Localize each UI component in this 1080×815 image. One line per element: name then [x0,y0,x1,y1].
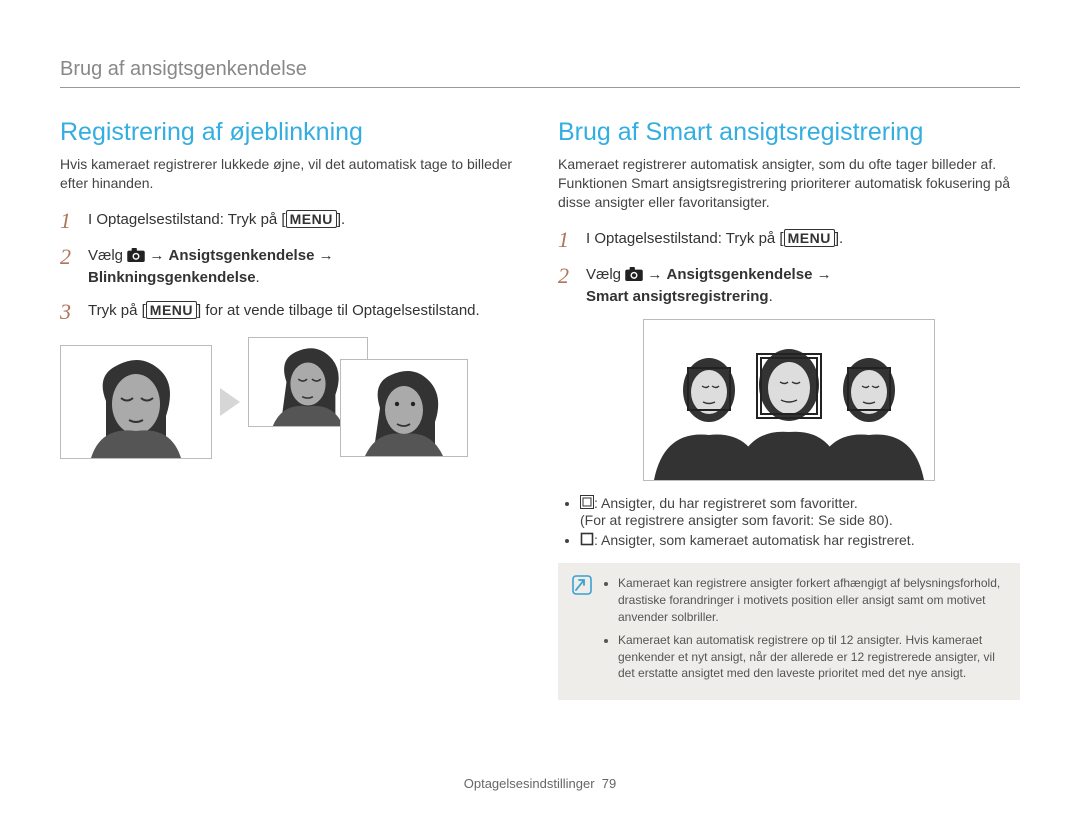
left-step-1: 1 I Optagelsestilstand: Tryk på [MENU]. [60,209,522,233]
camera-icon [127,247,145,264]
right-steps: 1 I Optagelsestilstand: Tryk på [MENU]. … [558,228,1020,308]
single-square-icon [580,532,594,549]
illustration-closed-eyes [60,345,212,459]
bullet2: : Ansigter, som kameraet automatisk har … [594,532,915,548]
right-intro: Kameraet registrerer automatisk ansigter… [558,155,1020,212]
r-step2-bold1: Ansigtsgenkendelse [667,266,813,283]
step2-arrow1: → [145,247,168,264]
r-step1-pre: I Optagelsestilstand: Tryk på [ [586,230,784,247]
bullet1-a: : Ansigter, du har registreret som favor… [594,495,858,511]
step-number: 2 [60,245,78,289]
right-bullets: : Ansigter, du har registreret som favor… [558,495,1020,549]
left-illustration [60,337,522,467]
left-step-3: 3 Tryk på [MENU] for at vende tilbage ti… [60,300,522,324]
r-step2-end: . [769,288,773,305]
step-number: 2 [558,264,576,308]
left-steps: 1 I Optagelsestilstand: Tryk på [MENU]. … [60,209,522,325]
right-title: Brug af Smart ansigtsregistrering [558,118,1020,147]
note-1: Kameraet kan registrere ansigter forkert… [618,575,1006,625]
step1-text-post: ]. [337,211,345,228]
r-step2-pre: Vælg [586,266,625,283]
menu-icon: MENU [146,301,197,319]
content-columns: Registrering af øjeblinkning Hvis kamera… [60,118,1020,700]
note-list: Kameraet kan registrere ansigter forkert… [602,575,1006,688]
camera-icon [625,266,643,283]
right-illustration [643,319,935,481]
step2-bold2: Blinkningsgenkendelse [88,269,256,286]
r-step2-arrow1: → [643,266,666,283]
bullet-favorite: : Ansigter, du har registreret som favor… [580,495,1020,528]
footer-label: Optagelsesindstillinger [464,776,595,791]
right-step-1: 1 I Optagelsestilstand: Tryk på [MENU]. [558,228,1020,252]
arrow-icon [220,388,240,416]
menu-icon: MENU [286,210,337,228]
illustration-double-shot [248,337,468,467]
note-icon [572,575,592,595]
step2-pre: Vælg [88,247,127,264]
page-header: Brug af ansigtsgenkendelse [60,58,1020,88]
r-step2-bold2: Smart ansigtsregistrering [586,288,769,305]
step2-bold1: Ansigtsgenkendelse [169,247,315,264]
double-square-icon [580,495,594,512]
footer-page: 79 [602,776,616,791]
right-step-2: 2 Vælg → Ansigtsgenkendelse → Smart ansi… [558,264,1020,308]
step-number: 1 [558,228,576,252]
bullet1-b: (For at registrere ansigter som favorit:… [580,512,893,528]
left-title: Registrering af øjeblinkning [60,118,522,147]
step3-pre: Tryk på [ [88,302,146,319]
step-number: 1 [60,209,78,233]
right-column: Brug af Smart ansigtsregistrering Kamera… [558,118,1020,700]
menu-icon: MENU [784,229,835,247]
r-step1-post: ]. [835,230,843,247]
step-number: 3 [60,300,78,324]
left-column: Registrering af øjeblinkning Hvis kamera… [60,118,522,700]
left-intro: Hvis kameraet registrerer lukkede øjne, … [60,155,522,193]
step2-arrow2: → [314,247,333,264]
left-step-2: 2 Vælg → Ansigtsgenkendelse → Blinknings… [60,245,522,289]
step2-end: . [256,269,260,286]
bullet-auto: : Ansigter, som kameraet automatisk har … [580,532,1020,549]
page-footer: Optagelsesindstillinger 79 [0,776,1080,791]
step3-post: ] for at vende tilbage til Optagelsestil… [197,302,480,319]
r-step2-arrow2: → [812,266,831,283]
note-2: Kameraet kan automatisk registrere op ti… [618,632,1006,682]
note-box: Kameraet kan registrere ansigter forkert… [558,563,1020,700]
step1-text-pre: I Optagelsestilstand: Tryk på [ [88,211,286,228]
